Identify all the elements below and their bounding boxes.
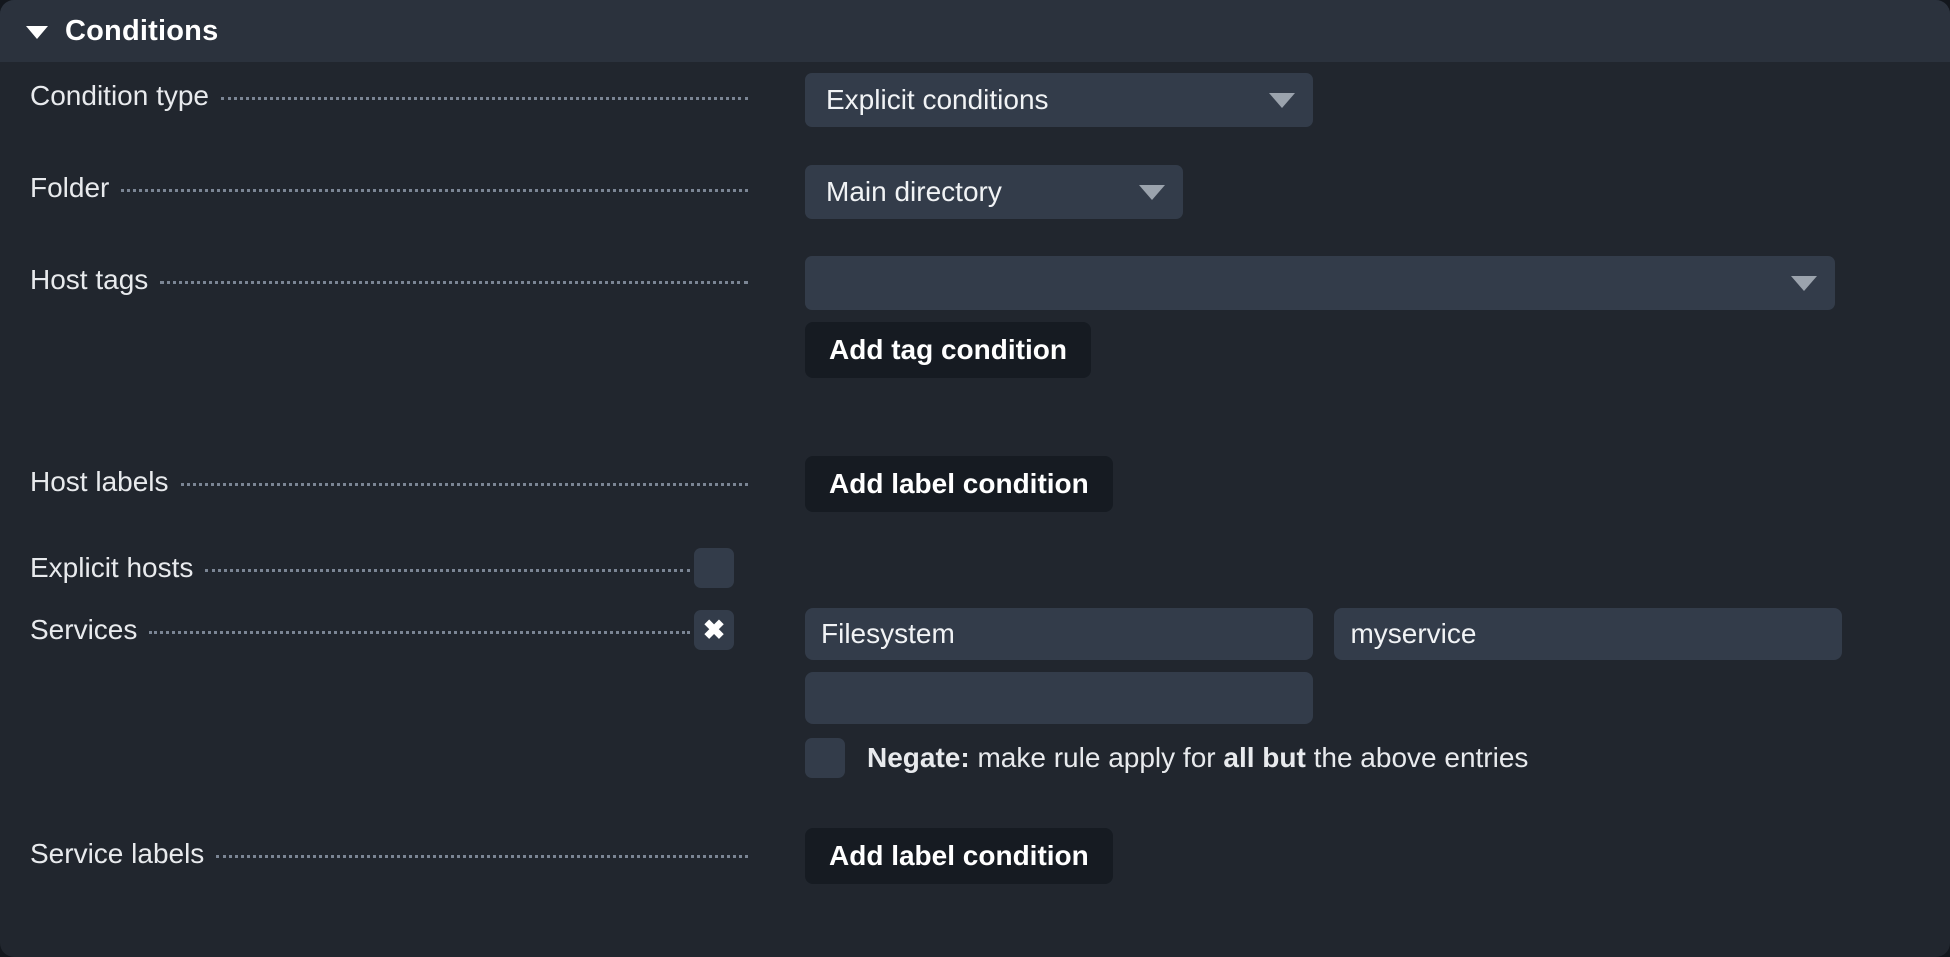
row-host-tags: Host tags Add tag condition	[0, 246, 1950, 396]
negate-label: Negate: make rule apply for all but the …	[867, 742, 1528, 774]
chevron-down-icon	[1791, 276, 1817, 291]
dotted-leader	[121, 188, 748, 192]
negate-checkbox[interactable]: ✖	[805, 738, 845, 778]
triangle-down-icon[interactable]	[26, 26, 48, 39]
service-input-3[interactable]	[805, 672, 1313, 724]
add-service-label-condition-button[interactable]: Add label condition	[805, 828, 1113, 884]
row-services: Services ✖ ✖ Negate: make rule app	[0, 598, 1950, 820]
row-condition-type: Condition type Explicit conditions	[0, 62, 1950, 138]
negate-row: ✖ Negate: make rule apply for all but th…	[805, 738, 1845, 778]
negate-label-mid: make rule apply for	[970, 742, 1224, 773]
services-entries: ✖ Negate: make rule apply for all but th…	[805, 608, 1845, 778]
add-host-label-condition-button[interactable]: Add label condition	[805, 456, 1113, 512]
row-service-labels: Service labels Add label condition	[0, 820, 1950, 916]
dotted-leader	[221, 96, 748, 100]
label-services: Services	[30, 614, 690, 646]
conditions-panel: Conditions Condition type Explicit condi…	[0, 0, 1950, 957]
label-folder: Folder	[30, 172, 748, 204]
label-host-tags: Host tags	[30, 264, 748, 296]
dotted-leader	[205, 568, 690, 572]
add-tag-condition-button[interactable]: Add tag condition	[805, 322, 1091, 378]
negate-label-tail: the above entries	[1306, 742, 1529, 773]
dotted-leader	[216, 854, 748, 858]
host-tags-dropdown[interactable]	[805, 256, 1835, 310]
label-service-labels: Service labels	[30, 838, 748, 870]
service-input-2[interactable]	[1334, 608, 1842, 660]
control-condition-type: Explicit conditions	[805, 73, 1313, 127]
folder-dropdown[interactable]: Main directory	[805, 165, 1183, 219]
negate-label-strong: all but	[1223, 742, 1305, 773]
dotted-leader	[181, 482, 748, 486]
check-x-icon: ✖	[703, 617, 726, 644]
label-host-labels: Host labels	[30, 466, 748, 498]
panel-header[interactable]: Conditions	[0, 0, 1950, 62]
service-input-1[interactable]	[805, 608, 1313, 660]
negate-label-lead: Negate:	[867, 742, 970, 773]
control-host-labels: Add label condition	[805, 456, 1113, 512]
explicit-hosts-checkbox[interactable]: ✖	[694, 548, 734, 588]
label-condition-type: Condition type	[30, 80, 748, 112]
row-explicit-hosts: Explicit hosts ✖	[0, 536, 1950, 598]
page-title: Conditions	[65, 15, 218, 48]
control-service-labels: Add label condition	[805, 828, 1113, 884]
row-folder: Folder Main directory	[0, 154, 1950, 228]
control-explicit-hosts: ✖	[694, 548, 734, 593]
chevron-down-icon	[1139, 185, 1165, 200]
row-host-labels: Host labels Add label condition	[0, 448, 1950, 536]
control-folder: Main directory	[805, 165, 1183, 219]
chevron-down-icon	[1269, 93, 1295, 108]
dotted-leader	[149, 630, 690, 634]
services-checkbox[interactable]: ✖	[694, 610, 734, 650]
dotted-leader	[160, 280, 748, 284]
label-explicit-hosts: Explicit hosts	[30, 552, 690, 584]
control-services-checkbox: ✖	[694, 610, 734, 650]
control-host-tags: Add tag condition	[805, 256, 1835, 378]
condition-type-dropdown[interactable]: Explicit conditions	[805, 73, 1313, 127]
